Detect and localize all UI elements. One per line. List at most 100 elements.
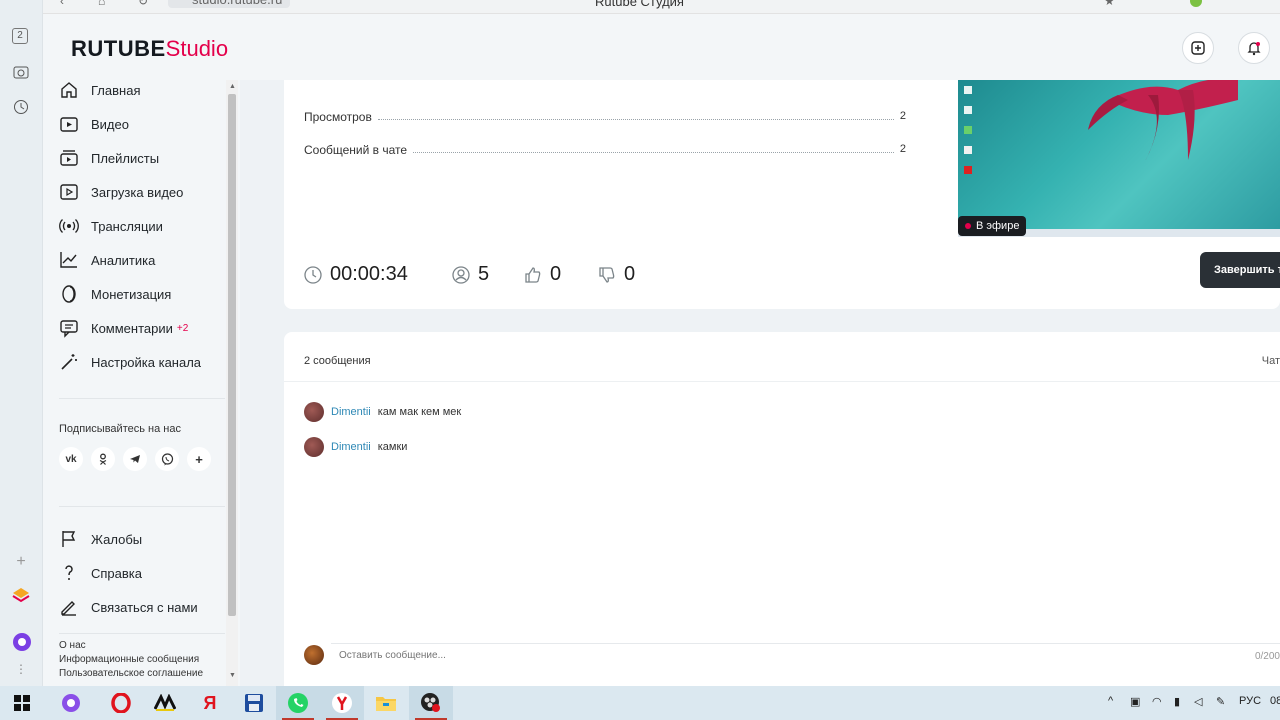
studio-header: RUTUBEStudio: [43, 14, 1280, 80]
avatar[interactable]: [304, 402, 324, 422]
more-social-icon[interactable]: +: [187, 447, 211, 471]
footer-link-info[interactable]: Информационные сообщения: [59, 654, 199, 665]
add-panel-icon[interactable]: +: [12, 553, 30, 571]
wand-icon: [61, 354, 77, 370]
likes-metric: 0: [524, 263, 561, 286]
sidebar-item-help[interactable]: Справка: [59, 561, 142, 585]
sidebar-item-label: Главная: [91, 82, 141, 98]
obs-icon[interactable]: [409, 686, 453, 720]
vk-icon[interactable]: vk: [59, 447, 83, 471]
back-icon[interactable]: ‹: [60, 0, 64, 8]
browser-side-panel: 2 + ⋮: [0, 0, 43, 686]
dislikes-value: 0: [624, 263, 636, 285]
scroll-down-icon[interactable]: ▼: [229, 672, 236, 679]
flower-wallpaper: [1088, 80, 1238, 160]
sidebar-item-monetization[interactable]: Монетизация: [59, 282, 171, 306]
extension-icon[interactable]: [1190, 0, 1202, 7]
sidebar-item-video[interactable]: Видео: [59, 112, 129, 136]
viewers-metric: 5: [452, 263, 489, 286]
sidebar-item-comments[interactable]: Комментарии +2: [59, 316, 188, 340]
clock[interactable]: 08: [1270, 695, 1280, 707]
divider: [59, 398, 225, 399]
viber-icon[interactable]: [155, 447, 179, 471]
telegram-icon[interactable]: [123, 447, 147, 471]
sidebar-item-label: Жалобы: [91, 531, 143, 547]
sidebar-item-broadcasts[interactable]: Трансляции: [59, 214, 163, 238]
volume-icon[interactable]: ◁: [1194, 695, 1202, 708]
viewers-value: 5: [478, 263, 490, 285]
end-broadcast-button[interactable]: Завершить трансляцию: [1200, 252, 1280, 288]
chat-message-count: 2 сообщения: [304, 355, 371, 367]
whatsapp-icon[interactable]: [276, 686, 320, 720]
sidebar-item-home[interactable]: Главная: [59, 78, 140, 102]
dotted-leader: [377, 110, 894, 120]
odnoklassniki-icon[interactable]: [91, 447, 115, 471]
scroll-up-icon[interactable]: ▲: [229, 83, 236, 90]
plus-square-icon: [1191, 41, 1205, 55]
sidebar-item-analytics[interactable]: Аналитика: [59, 248, 155, 272]
upload-icon: [60, 184, 78, 200]
stream-preview[interactable]: [958, 80, 1280, 237]
pencil-icon: [61, 601, 76, 616]
dotted-leader: [413, 143, 894, 153]
counter-icon[interactable]: 2: [12, 28, 28, 44]
sidebar-item-channel-settings[interactable]: Настройка канала: [59, 350, 201, 374]
tray-expand-icon[interactable]: ^: [1108, 695, 1113, 707]
windows-logo-icon: [14, 695, 30, 711]
history-icon[interactable]: [12, 99, 30, 117]
chat-message-input[interactable]: [331, 643, 1280, 667]
notifications-button[interactable]: [1238, 32, 1270, 64]
yandex-icon[interactable]: Я: [188, 686, 232, 720]
alice-assistant-icon[interactable]: [12, 632, 31, 651]
sidebar-item-label: Плейлисты: [91, 150, 160, 166]
bookmark-star-icon[interactable]: ★: [1104, 0, 1115, 8]
opera-icon[interactable]: [99, 686, 143, 720]
usb-icon[interactable]: ▣: [1130, 695, 1140, 708]
views-value: 2: [899, 110, 906, 122]
chat-messages-row: Сообщений в чате 2: [304, 143, 906, 157]
sidebar-item-upload[interactable]: Загрузка видео: [59, 180, 183, 204]
keyboard-language[interactable]: РУС: [1239, 695, 1261, 707]
wifi-icon[interactable]: ◠: [1152, 695, 1162, 708]
home-icon[interactable]: ⌂: [98, 0, 105, 8]
live-badge: В эфире: [958, 216, 1027, 236]
sidebar-item-contact[interactable]: Связаться с нами: [59, 595, 198, 619]
sidebar-item-complaints[interactable]: Жалобы: [59, 527, 142, 551]
file-explorer-icon[interactable]: [364, 686, 408, 720]
footer-link-about[interactable]: О нас: [59, 640, 86, 651]
duration-metric: 00:00:34: [304, 263, 408, 286]
chat-messages-value: 2: [899, 143, 906, 155]
rutube-studio-logo[interactable]: RUTUBEStudio: [71, 36, 228, 62]
sidebar-item-label: Загрузка видео: [91, 184, 184, 200]
chat-username[interactable]: Dimentii: [331, 406, 371, 418]
thumbs-up-icon: [525, 266, 541, 283]
chat-tab-label[interactable]: Чат: [1262, 355, 1280, 367]
stocks-app-icon[interactable]: [143, 686, 187, 720]
bell-icon: [1247, 42, 1261, 56]
battery-icon[interactable]: ▮: [1174, 695, 1180, 708]
chat-username[interactable]: Dimentii: [331, 441, 371, 453]
alice-taskbar-icon[interactable]: [49, 686, 93, 720]
social-title: Подписывайтесь на нас: [59, 423, 181, 435]
footer-link-terms[interactable]: Пользовательское соглашение: [59, 668, 203, 679]
clock-icon: [304, 265, 322, 284]
pen-icon[interactable]: ✎: [1216, 695, 1225, 708]
scroll-thumb[interactable]: [228, 94, 236, 616]
save-app-icon[interactable]: [232, 686, 276, 720]
sidebar-scrollbar[interactable]: ▲ ▼: [226, 80, 238, 686]
address-bar[interactable]: studio.rutube.ru: [168, 0, 291, 8]
coin-icon: [62, 285, 76, 303]
yandex-browser-icon[interactable]: [320, 686, 364, 720]
more-icon[interactable]: ⋮: [12, 660, 30, 678]
screenshot-icon[interactable]: [12, 64, 30, 82]
reload-icon[interactable]: ↻: [138, 0, 148, 8]
layers-app-icon[interactable]: [12, 586, 30, 604]
sidebar-item-label: Монетизация: [91, 286, 172, 302]
avatar[interactable]: [304, 437, 324, 457]
add-content-button[interactable]: [1182, 32, 1214, 64]
start-button[interactable]: [0, 686, 44, 720]
main-content: Просмотров 2 Сообщений в чате 2 В эфире: [240, 80, 1280, 686]
sidebar-item-playlists[interactable]: Плейлисты: [59, 146, 159, 170]
help-icon: [65, 565, 73, 580]
desktop-icons: [964, 86, 972, 174]
